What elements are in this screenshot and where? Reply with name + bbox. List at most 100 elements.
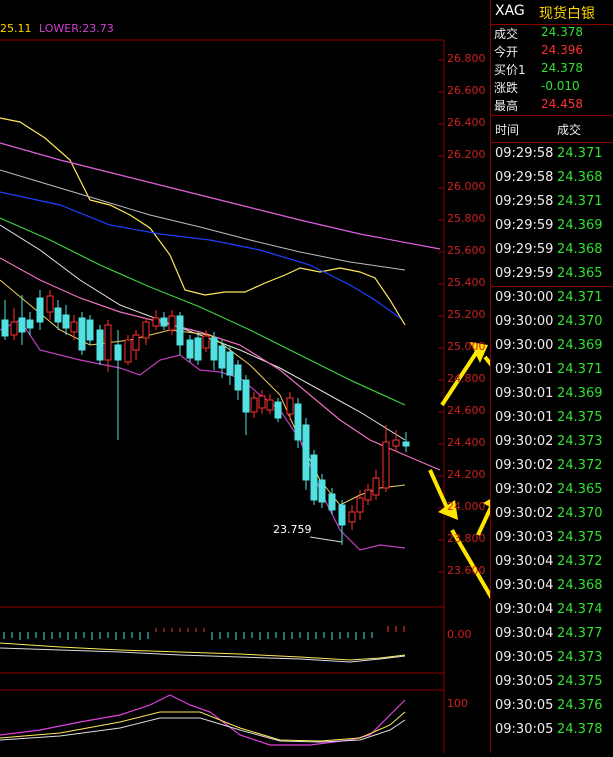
quote-value: 24.378 bbox=[541, 25, 583, 39]
trade-time: 09:29:58 bbox=[495, 194, 554, 209]
trade-row[interactable]: 09:30:01 24.371 bbox=[491, 359, 613, 383]
chart-svg[interactable] bbox=[0, 0, 612, 753]
candle-up bbox=[392, 439, 400, 447]
candle-up bbox=[124, 339, 132, 363]
trade-row[interactable]: 09:30:05 24.373 bbox=[491, 647, 613, 671]
trade-row[interactable]: 09:30:00 24.370 bbox=[491, 311, 613, 335]
trade-price: 24.370 bbox=[557, 506, 603, 521]
candlesticks bbox=[1, 290, 410, 545]
trade-row[interactable]: 09:30:05 24.376 bbox=[491, 695, 613, 719]
candle-down bbox=[328, 493, 336, 511]
trade-row[interactable]: 09:29:59 24.369 bbox=[491, 215, 613, 239]
trade-price: 24.375 bbox=[557, 530, 603, 545]
quote-value: -0.010 bbox=[541, 79, 580, 93]
trade-time: 09:30:03 bbox=[495, 530, 554, 545]
ticker-panel[interactable]: XAG 现货白银 成交 24.378 今开 24.396 买价1 24.378 涨跌 -0.0… bbox=[490, 0, 613, 753]
trade-row[interactable]: 09:30:04 24.374 bbox=[491, 599, 613, 623]
ma-gray-line bbox=[0, 169, 406, 271]
trade-row[interactable]: 09:29:58 24.368 bbox=[491, 167, 613, 191]
candle-up bbox=[364, 489, 372, 501]
quote-row: 成交 24.378 bbox=[491, 25, 613, 43]
trade-row[interactable]: 09:30:02 24.373 bbox=[491, 431, 613, 455]
trade-price: 24.368 bbox=[557, 170, 603, 185]
candle-down bbox=[114, 344, 122, 361]
candle-up bbox=[258, 395, 266, 409]
trade-row[interactable]: 09:30:00 24.371 bbox=[491, 287, 613, 311]
trade-time: 09:30:01 bbox=[495, 386, 554, 401]
trade-row[interactable]: 09:30:00 24.369 bbox=[491, 335, 613, 359]
trade-row[interactable]: 09:29:58 24.371 bbox=[491, 143, 613, 167]
candle-down bbox=[18, 317, 26, 333]
candle-up bbox=[152, 317, 160, 327]
indicator-legend: 25.11 LOWER:23.73 bbox=[0, 22, 114, 35]
candle-down bbox=[226, 351, 234, 376]
ma-magenta-top-line bbox=[0, 142, 441, 250]
candle-up bbox=[382, 441, 390, 489]
quote-value: 24.378 bbox=[541, 61, 583, 75]
trade-price: 24.378 bbox=[557, 722, 603, 737]
trade-time: 09:30:01 bbox=[495, 410, 554, 425]
candle-down bbox=[96, 329, 104, 361]
macd-yellow-line bbox=[0, 642, 406, 661]
candle-down bbox=[218, 345, 226, 369]
quote-value: 24.458 bbox=[541, 97, 583, 111]
price-tick-label: 25.400 bbox=[447, 276, 486, 289]
trade-price: 24.375 bbox=[557, 410, 603, 425]
trade-time: 09:29:58 bbox=[495, 146, 554, 161]
ma-yellow-line bbox=[0, 117, 406, 326]
trade-row[interactable]: 09:30:01 24.375 bbox=[491, 407, 613, 431]
trade-row[interactable]: 09:30:05 24.375 bbox=[491, 671, 613, 695]
trade-price: 24.373 bbox=[557, 434, 603, 449]
candle-down bbox=[302, 424, 310, 481]
trade-price: 24.372 bbox=[557, 554, 603, 569]
trade-row[interactable]: 09:30:01 24.369 bbox=[491, 383, 613, 407]
candle-down bbox=[294, 403, 302, 441]
kdj-magenta-line bbox=[0, 694, 406, 746]
lower-band-label: LOWER:23.73 bbox=[39, 22, 114, 35]
trade-row[interactable]: 09:30:04 24.368 bbox=[491, 575, 613, 599]
trade-row[interactable]: 09:30:02 24.370 bbox=[491, 503, 613, 527]
candle-up bbox=[70, 321, 78, 333]
candle-down bbox=[310, 454, 318, 501]
trade-price: 24.371 bbox=[557, 290, 603, 305]
trade-time: 09:30:02 bbox=[495, 458, 554, 473]
price-tick-label: 25.000 bbox=[447, 340, 486, 353]
candle-up bbox=[142, 321, 150, 339]
trade-time: 09:30:00 bbox=[495, 338, 554, 353]
price-tick-label: 23.600 bbox=[447, 564, 486, 577]
trade-row[interactable]: 09:30:02 24.365 bbox=[491, 479, 613, 503]
candle-down bbox=[194, 337, 202, 361]
trade-row[interactable]: 09:30:05 24.378 bbox=[491, 719, 613, 743]
trade-row[interactable]: 09:30:04 24.372 bbox=[491, 551, 613, 575]
trade-time: 09:30:05 bbox=[495, 722, 554, 737]
low-annotation-leader bbox=[309, 536, 343, 543]
trade-price: 24.376 bbox=[557, 698, 603, 713]
candle-down bbox=[26, 319, 34, 329]
candle-up bbox=[104, 324, 112, 361]
upper-band-value: 25.11 bbox=[0, 22, 32, 35]
trade-time: 09:30:02 bbox=[495, 434, 554, 449]
trade-row[interactable]: 09:30:02 24.372 bbox=[491, 455, 613, 479]
candle-down bbox=[78, 317, 86, 351]
trade-row[interactable]: 09:29:59 24.368 bbox=[491, 239, 613, 263]
trade-row[interactable]: 09:29:59 24.365 bbox=[491, 263, 613, 287]
candle-down bbox=[274, 401, 282, 419]
trade-price: 24.368 bbox=[557, 242, 603, 257]
price-tick-label: 25.800 bbox=[447, 212, 486, 225]
trade-time: 09:30:01 bbox=[495, 362, 554, 377]
trade-row[interactable]: 09:29:58 24.371 bbox=[491, 191, 613, 215]
candlestick-chart-area[interactable]: 25.11 LOWER:23.73 26.800 26.600 26.400 26.2… bbox=[0, 0, 612, 753]
trade-row[interactable]: 09:30:03 24.375 bbox=[491, 527, 613, 551]
trade-price: 24.371 bbox=[557, 146, 603, 161]
quote-value: 24.396 bbox=[541, 43, 583, 57]
trade-row[interactable]: 09:30:04 24.377 bbox=[491, 623, 613, 647]
price-tick-label: 26.600 bbox=[447, 84, 486, 97]
quote-label: 最高 bbox=[494, 99, 519, 113]
quote-label: 今开 bbox=[494, 45, 519, 59]
candle-up bbox=[372, 477, 380, 496]
price-tick-label: 26.200 bbox=[447, 148, 486, 161]
price-tick-label: 24.200 bbox=[447, 468, 486, 481]
quote-label: 买价1 bbox=[494, 63, 526, 77]
trade-time-header: 时间 bbox=[495, 123, 520, 137]
candle-up bbox=[202, 335, 210, 349]
